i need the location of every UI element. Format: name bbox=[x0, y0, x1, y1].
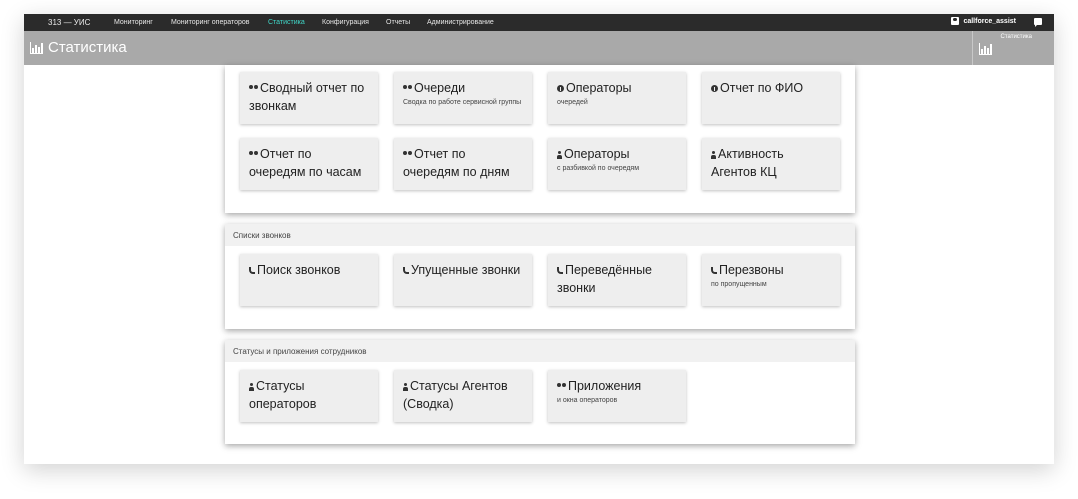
users-icon bbox=[557, 383, 566, 390]
tile-subtitle: по пропущенным bbox=[711, 281, 767, 288]
info-icon bbox=[711, 85, 718, 93]
tile-queues-by-day[interactable]: Отчет по очередям по дням bbox=[394, 138, 532, 190]
phone-icon bbox=[711, 267, 717, 275]
phone-icon bbox=[249, 267, 255, 275]
users-icon bbox=[403, 151, 412, 158]
nav-item-operator-monitoring[interactable]: Мониторинг операторов bbox=[171, 19, 250, 26]
section-heading: Списки звонков bbox=[225, 224, 855, 246]
tile-title: Статусы Агентов (Сводка) bbox=[403, 379, 508, 411]
bar-chart-icon bbox=[30, 41, 43, 54]
tile-title: Переведённые звонки bbox=[557, 263, 653, 295]
phone-icon bbox=[403, 267, 409, 275]
username-label: callforce_assist bbox=[963, 17, 1016, 25]
phone-icon bbox=[557, 267, 563, 275]
tile-missed-calls[interactable]: Упущенные звонки bbox=[394, 254, 532, 306]
tile-title: Очереди bbox=[414, 81, 466, 95]
user-icon bbox=[951, 17, 960, 25]
page-title-text: Статистика bbox=[48, 39, 127, 56]
user-menu[interactable]: callforce_assist bbox=[951, 17, 1016, 25]
tile-title: Статусы операторов bbox=[249, 379, 317, 411]
nav-item-configuration[interactable]: Конфигурация bbox=[322, 19, 369, 26]
chat-icon[interactable] bbox=[1034, 18, 1042, 27]
tile-applications[interactable]: Приложения и окна операторов bbox=[548, 370, 686, 422]
tile-report-by-name[interactable]: Отчет по ФИО bbox=[702, 72, 840, 124]
user-icon bbox=[249, 382, 254, 391]
brand-label[interactable]: 313 — УИС bbox=[48, 18, 90, 27]
bar-chart-icon bbox=[979, 43, 992, 55]
tile-queues[interactable]: Очереди Сводка по работе сервисной групп… bbox=[394, 72, 532, 124]
info-icon bbox=[557, 85, 564, 93]
users-icon bbox=[249, 85, 258, 92]
tile-title: Упущенные звонки bbox=[411, 263, 521, 277]
user-icon bbox=[403, 382, 408, 391]
tile-title: Сводный отчет по звонкам bbox=[249, 81, 365, 113]
tile-subtitle: с разбивкой по очередям bbox=[557, 165, 640, 172]
user-icon bbox=[711, 150, 716, 159]
app-window: 313 — УИС Мониторинг Мониторинг оператор… bbox=[24, 14, 1054, 464]
tile-title: Операторы bbox=[564, 147, 630, 161]
tile-title: Перезвоны bbox=[719, 263, 784, 277]
tile-title: Отчет по ФИО bbox=[720, 81, 804, 95]
tile-operator-statuses[interactable]: Статусы операторов bbox=[240, 370, 378, 422]
tile-callbacks[interactable]: Перезвоны по пропущенным bbox=[702, 254, 840, 306]
tile-subtitle: очередей bbox=[557, 99, 588, 106]
tile-title: Отчет по очередям по часам bbox=[249, 147, 362, 179]
page-header: Статистика Статистика bbox=[24, 31, 1054, 65]
nav-item-reports[interactable]: Отчеты bbox=[386, 19, 410, 26]
nav-item-monitoring[interactable]: Мониторинг bbox=[114, 19, 153, 26]
tile-queues-by-hour[interactable]: Отчет по очередям по часам bbox=[240, 138, 378, 190]
statuses-panel: Статусы и приложения сотрудников Статусы… bbox=[225, 340, 855, 444]
tile-title: Операторы bbox=[566, 81, 632, 95]
tile-summary-calls[interactable]: Сводный отчет по звонкам bbox=[240, 72, 378, 124]
call-lists-panel: Списки звонков Поиск звонков Упущенные з… bbox=[225, 224, 855, 329]
side-statistics-label: Статистика bbox=[1000, 34, 1032, 40]
tile-subtitle: Сводка по работе сервисной группы bbox=[403, 99, 522, 106]
top-navbar: 313 — УИС Мониторинг Мониторинг оператор… bbox=[24, 14, 1054, 31]
tile-call-search[interactable]: Поиск звонков bbox=[240, 254, 378, 306]
users-icon bbox=[403, 85, 412, 92]
page-title: Статистика bbox=[30, 39, 127, 56]
tile-operators-by-queue[interactable]: Операторы с разбивкой по очередям bbox=[548, 138, 686, 190]
user-icon bbox=[557, 150, 562, 159]
side-statistics-button[interactable]: Статистика bbox=[972, 31, 1054, 65]
tile-agent-activity[interactable]: Активность Агентов КЦ bbox=[702, 138, 840, 190]
tile-operators-queues[interactable]: Операторы очередей bbox=[548, 72, 686, 124]
tile-transferred-calls[interactable]: Переведённые звонки bbox=[548, 254, 686, 306]
tile-title: Отчет по очередям по дням bbox=[403, 147, 510, 179]
tile-agent-statuses-summary[interactable]: Статусы Агентов (Сводка) bbox=[394, 370, 532, 422]
nav-item-statistics[interactable]: Статистика bbox=[268, 19, 305, 26]
nav-item-administration[interactable]: Администрирование bbox=[427, 19, 494, 26]
users-icon bbox=[249, 151, 258, 158]
tile-title: Активность Агентов КЦ bbox=[711, 147, 784, 179]
tile-title: Поиск звонков bbox=[257, 263, 341, 277]
tile-subtitle: и окна операторов bbox=[557, 397, 618, 404]
tile-title: Приложения bbox=[568, 379, 642, 393]
section-heading: Статусы и приложения сотрудников bbox=[225, 340, 855, 362]
reports-panel: Сводный отчет по звонкам Очереди Сводка … bbox=[225, 65, 855, 213]
